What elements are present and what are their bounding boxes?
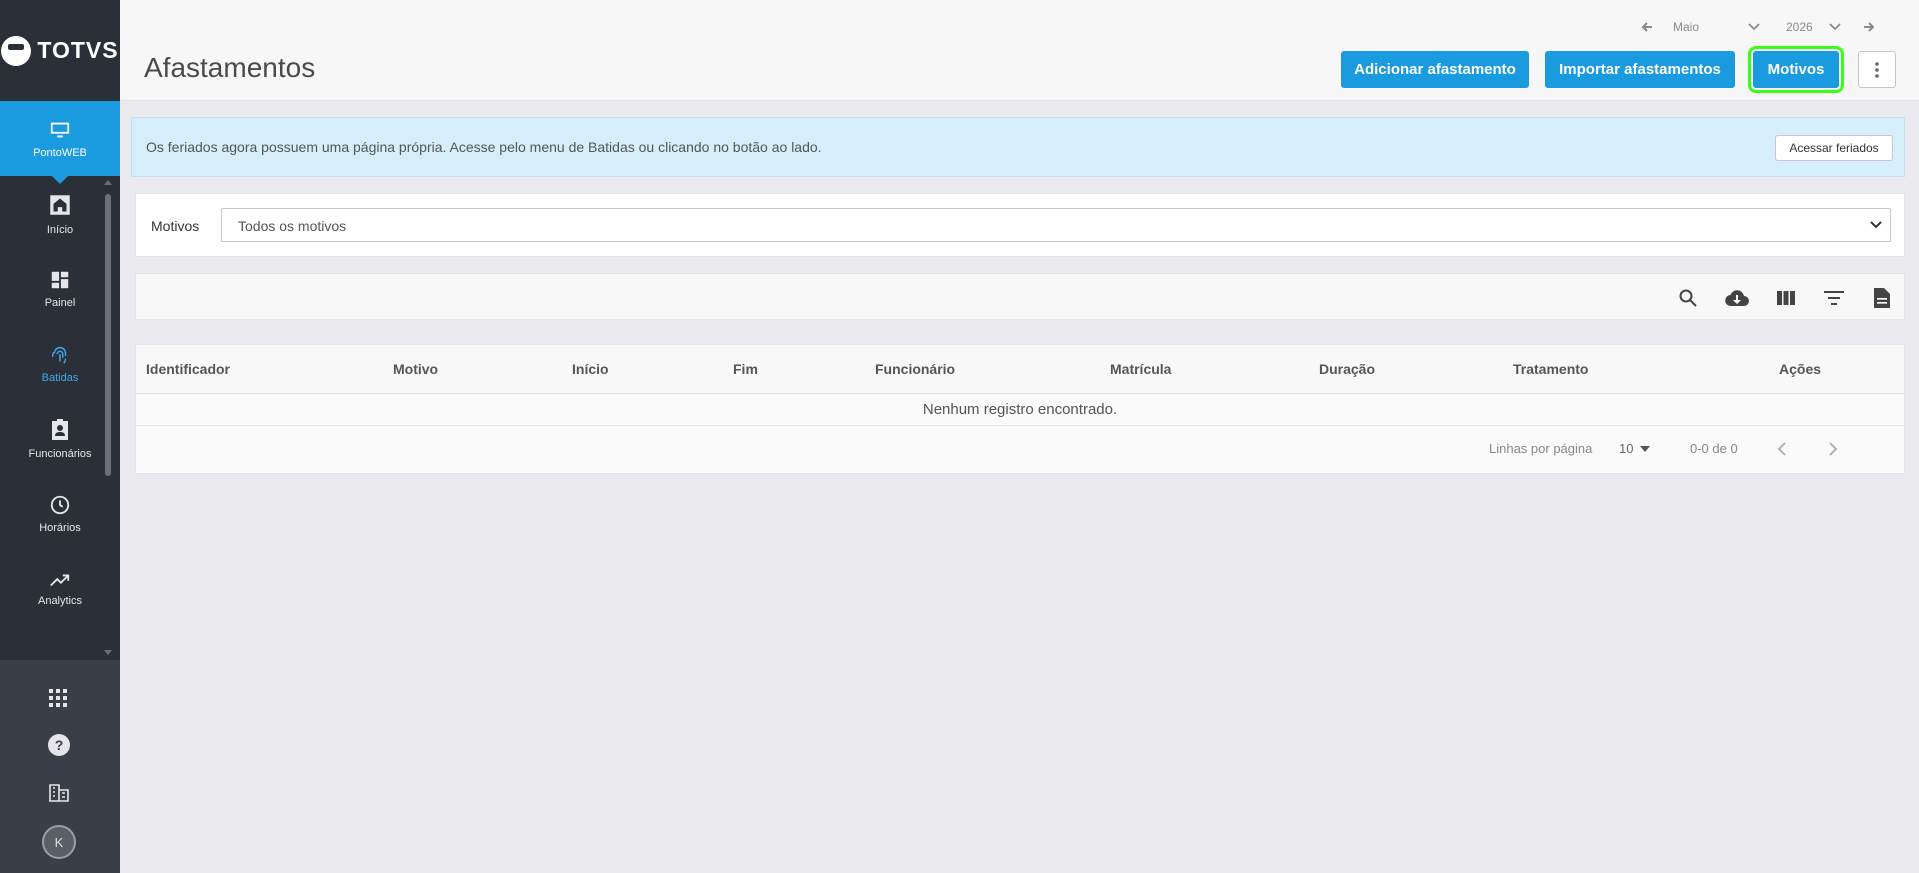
help-icon[interactable]: ? bbox=[47, 733, 71, 757]
totvs-logo: TOTVS bbox=[0, 0, 120, 101]
more-options-button[interactable] bbox=[1858, 51, 1896, 88]
arrow-left-icon[interactable] bbox=[1640, 20, 1654, 34]
reasons-filter-label: Motivos bbox=[151, 218, 200, 234]
search-icon bbox=[1679, 289, 1697, 307]
report-button[interactable] bbox=[1870, 286, 1894, 310]
column-header-acoes: Ações bbox=[1779, 361, 1822, 377]
user-avatar[interactable]: K bbox=[42, 825, 76, 859]
nav-item-painel[interactable]: Painel bbox=[0, 251, 120, 326]
table-header: Identificador Motivo Início Fim Funcioná… bbox=[136, 345, 1904, 394]
scroll-down-arrow[interactable] bbox=[104, 650, 112, 655]
chevron-down-icon[interactable] bbox=[1829, 22, 1841, 32]
nav-label-funcionarios: Funcionários bbox=[28, 447, 92, 460]
building-icon[interactable] bbox=[48, 782, 70, 802]
monitor-icon bbox=[50, 122, 70, 137]
column-header-identificador[interactable]: Identificador bbox=[146, 361, 230, 377]
trending-up-icon bbox=[50, 574, 70, 586]
access-holidays-button[interactable]: Acessar feriados bbox=[1775, 135, 1893, 161]
pagination-range: 0-0 de 0 bbox=[1690, 441, 1738, 456]
nav-item-batidas[interactable]: Batidas bbox=[0, 326, 120, 401]
brand-name: TOTVS bbox=[37, 37, 119, 63]
column-header-matricula[interactable]: Matrícula bbox=[1110, 361, 1171, 377]
nav-item-horarios[interactable]: Horários bbox=[0, 476, 120, 551]
dashboard-icon bbox=[51, 271, 69, 288]
rows-per-page-select[interactable]: 10 bbox=[1619, 441, 1633, 456]
app-pontoweb[interactable]: PontoWEB bbox=[0, 101, 120, 184]
more-vertical-icon bbox=[1875, 61, 1879, 78]
search-button[interactable] bbox=[1676, 286, 1700, 310]
home-icon bbox=[50, 194, 70, 215]
year-select[interactable]: 2026 bbox=[1786, 20, 1813, 34]
column-header-duracao[interactable]: Duração bbox=[1319, 361, 1375, 377]
banner-text: Os feriados agora possuem uma página pró… bbox=[146, 139, 822, 155]
chevron-right-icon[interactable] bbox=[1822, 439, 1842, 459]
document-icon bbox=[1874, 288, 1890, 308]
page-title: Afastamentos bbox=[144, 52, 316, 83]
import-absences-button[interactable]: Importar afastamentos bbox=[1545, 51, 1735, 88]
clock-icon bbox=[50, 495, 70, 514]
columns-icon bbox=[1777, 291, 1795, 305]
reasons-filter-value: Todos os motivos bbox=[238, 218, 347, 234]
column-header-tratamento[interactable]: Tratamento bbox=[1513, 361, 1588, 377]
month-select[interactable]: Maio bbox=[1673, 20, 1699, 34]
filter-button[interactable] bbox=[1822, 286, 1846, 310]
rows-per-page-label: Linhas por página bbox=[1489, 441, 1593, 456]
app-label: PontoWEB bbox=[33, 146, 87, 159]
column-header-inicio[interactable]: Início bbox=[572, 361, 609, 377]
nav-item-analytics[interactable]: Analytics bbox=[0, 551, 120, 626]
filter-icon bbox=[1824, 291, 1844, 305]
nav-item-inicio[interactable]: Início bbox=[0, 176, 120, 251]
absences-table: Identificador Motivo Início Fim Funcioná… bbox=[135, 344, 1905, 474]
arrow-right-icon[interactable] bbox=[1862, 20, 1876, 34]
add-absence-button[interactable]: Adicionar afastamento bbox=[1341, 51, 1529, 88]
nav-label-horarios: Horários bbox=[39, 521, 81, 534]
fingerprint-icon bbox=[51, 346, 67, 364]
cloud-download-icon bbox=[1725, 290, 1749, 307]
filter-card: Motivos Todos os motivos bbox=[135, 193, 1905, 257]
nav-label-inicio: Início bbox=[46, 223, 74, 236]
nav-label-batidas: Batidas bbox=[41, 371, 79, 384]
nav-list: Início Painel Batidas Funcionários Horár… bbox=[0, 176, 120, 626]
column-header-motivo[interactable]: Motivo bbox=[393, 361, 438, 377]
info-banner: Os feriados agora possuem uma página pró… bbox=[131, 117, 1905, 177]
sidebar: TOTVS PontoWEB Início Painel Batidas Fun… bbox=[0, 0, 120, 873]
nav-label-painel: Painel bbox=[44, 296, 76, 309]
table-toolbar bbox=[135, 273, 1905, 320]
empty-state-row: Nenhum registro encontrado. bbox=[136, 394, 1904, 426]
svg-text:?: ? bbox=[55, 737, 64, 753]
nav-item-funcionarios[interactable]: Funcionários bbox=[0, 401, 120, 476]
sidebar-bottom: ? K bbox=[0, 660, 120, 873]
nav-label-analytics: Analytics bbox=[37, 594, 83, 607]
chevron-down-icon[interactable] bbox=[1748, 22, 1760, 32]
caret-down-icon[interactable] bbox=[1640, 446, 1650, 452]
column-header-fim[interactable]: Fim bbox=[733, 361, 758, 377]
download-button[interactable] bbox=[1725, 286, 1749, 310]
page-header: Afastamentos Maio 2026 Adicionar afastam… bbox=[120, 0, 1919, 101]
chevron-left-icon[interactable] bbox=[1773, 439, 1793, 459]
reasons-button[interactable]: Motivos bbox=[1748, 46, 1844, 93]
badge-icon bbox=[52, 418, 68, 440]
chevron-down-icon bbox=[1870, 221, 1882, 229]
column-header-funcionario[interactable]: Funcionário bbox=[875, 361, 955, 377]
columns-button[interactable] bbox=[1774, 286, 1798, 310]
totvs-logo-icon bbox=[1, 35, 32, 66]
reasons-filter-select[interactable]: Todos os motivos bbox=[221, 208, 1891, 242]
apps-grid-icon[interactable] bbox=[48, 688, 68, 708]
